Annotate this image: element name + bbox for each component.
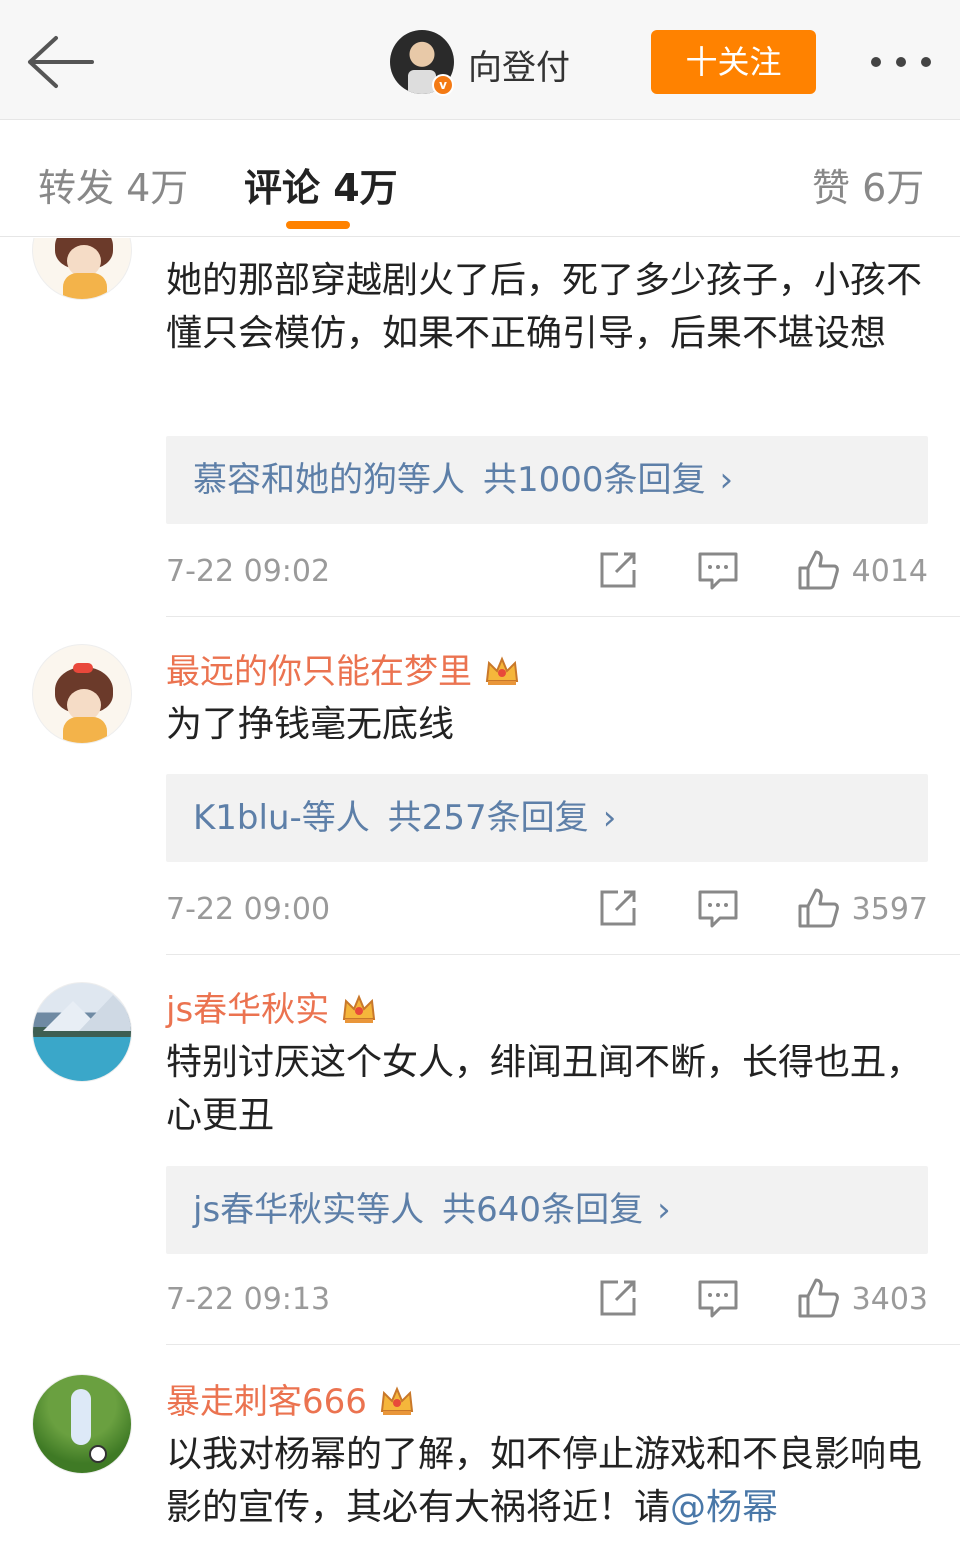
comment-time: 7-22 09:00 [166,892,331,927]
reply-summary[interactable]: js春华秋实等人 共640条回复 › [166,1166,928,1254]
thumbs-up-icon[interactable] [796,548,840,598]
tab-likes[interactable]: 赞 6万 [812,157,924,212]
crown-icon [380,1386,414,1415]
chevron-right-icon: › [719,460,734,500]
commenter-name[interactable]: 最远的你只能在梦里 [166,644,520,693]
comment-list[interactable]: 她的那部穿越剧火了后，死了多少孩子，小孩不懂只会模仿，如果不正确引导，后果不堪设… [0,238,960,1544]
divider [166,616,960,617]
more-dots-icon[interactable] [866,40,936,84]
commenter-name-text: 暴走刺客666 [166,1382,367,1422]
reply-count: 共640条回复 [442,1190,644,1230]
top-bar: v 向登付 十关注 [0,0,960,120]
comment-meta: 7-22 09:13 3403 [166,1276,928,1326]
reply-count: 共257条回复 [387,798,589,838]
comment-icon[interactable] [696,548,740,598]
reply-users: 慕容和她的狗等人 [193,460,465,500]
divider [166,1344,960,1345]
reply-summary[interactable]: K1blu-等人 共257条回复 › [166,774,928,862]
thumbs-up-icon[interactable] [796,886,840,936]
chevron-right-icon: › [657,1190,671,1230]
share-icon[interactable] [596,1276,640,1326]
back-arrow-icon[interactable] [22,30,96,94]
comment-icon[interactable] [696,886,740,936]
share-icon[interactable] [596,886,640,936]
comment-text: 以我对杨幂的了解，如不停止游戏和不良影响电影的宣传，其必有大祸将近！请@杨幂 [166,1428,936,1534]
like-count: 4014 [851,554,928,589]
commenter-avatar[interactable] [32,982,132,1082]
commenter-avatar[interactable] [32,1374,132,1474]
chevron-right-icon: › [602,798,617,838]
mention-link[interactable]: @杨幂 [670,1487,778,1528]
comment-time: 7-22 09:13 [166,1282,331,1317]
comment-text: 特别讨厌这个女人，绯闻丑闻不断，长得也丑，心更丑 [166,1042,923,1136]
tab-repost[interactable]: 转发 4万 [38,157,188,212]
commenter-name[interactable]: 暴走刺客666 [166,1374,415,1423]
reply-users: K1blu-等人 [193,798,370,838]
author-name[interactable]: 向登付 [468,40,570,89]
thumbs-up-icon[interactable] [796,1276,840,1326]
comment-text: 为了挣钱毫无底线 [166,704,455,745]
comment-text: 她的那部穿越剧火了后，死了多少孩子，小孩不懂只会模仿，如果不正确引导，后果不堪设… [166,260,923,354]
commenter-avatar[interactable] [32,644,132,744]
divider [166,954,960,955]
crown-icon [485,656,519,685]
comment-meta: 7-22 09:00 3597 [166,886,928,936]
comment-time: 7-22 09:02 [166,554,331,589]
active-tab-indicator [286,221,350,229]
tab-bar: 转发 4万 评论 4万 赞 6万 [0,121,960,237]
commenter-name[interactable]: js春华秋实 [166,982,377,1031]
commenter-name-text: js春华秋实 [166,990,330,1030]
like-count: 3597 [851,892,928,927]
reply-count: 共1000条回复 [483,460,706,500]
like-count: 3403 [851,1282,928,1317]
verified-badge-icon: v [432,74,454,96]
commenter-name-text: 最远的你只能在梦里 [166,652,472,692]
commenter-avatar[interactable] [32,238,132,300]
reply-summary[interactable]: 慕容和她的狗等人 共1000条回复 › [166,436,928,524]
follow-button[interactable]: 十关注 [651,30,816,94]
comment-meta: 7-22 09:02 4014 [166,548,928,598]
tab-comments[interactable]: 评论 4万 [244,157,398,212]
crown-icon [343,994,376,1023]
share-icon[interactable] [596,548,640,598]
comment-text-body: 以我对杨幂的了解，如不停止游戏和不良影响电影的宣传，其必有大祸将近！请 [166,1434,923,1528]
comment-icon[interactable] [696,1276,740,1326]
reply-users: js春华秋实等人 [193,1190,425,1230]
